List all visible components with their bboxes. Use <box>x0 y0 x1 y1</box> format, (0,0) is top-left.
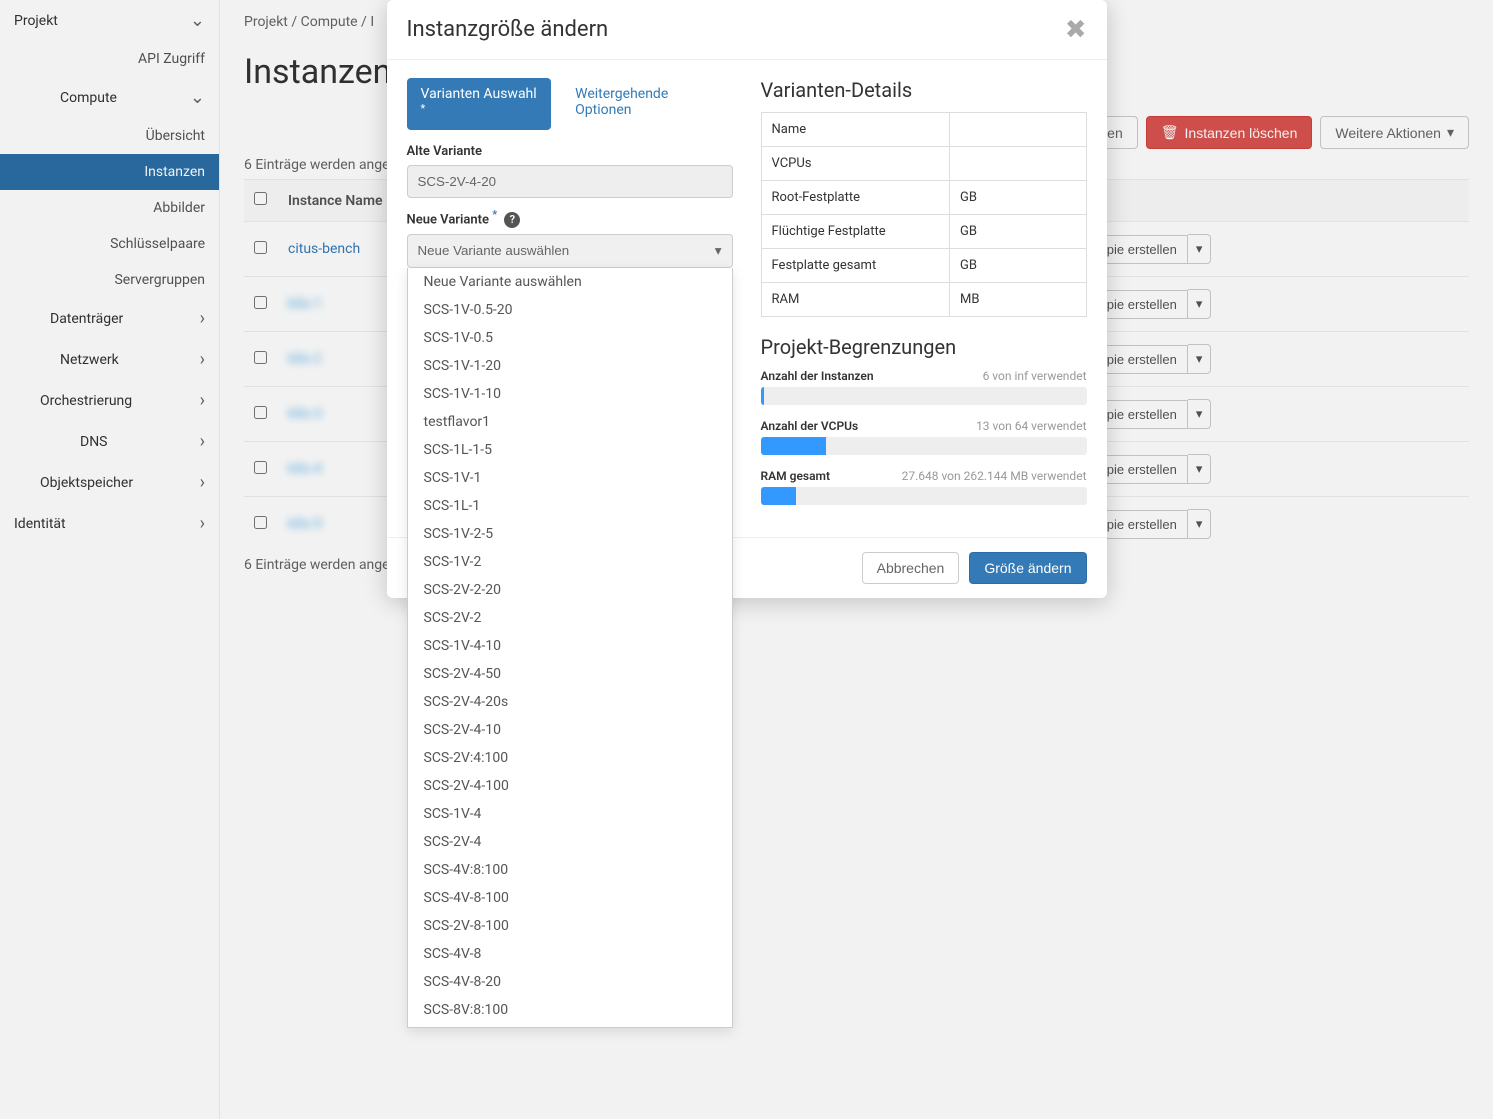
cancel-button[interactable]: Abbrechen <box>862 552 960 584</box>
tab-advanced-options[interactable]: Weitergehende Optionen <box>561 78 732 130</box>
flavor-option[interactable]: SCS-2V-4 <box>408 828 732 856</box>
new-flavor-label: Neue Variante * ? <box>407 208 733 228</box>
flavor-option[interactable]: SCS-2V-4-100 <box>408 772 732 800</box>
flavor-option[interactable]: SCS-4V-8-20 <box>408 968 732 996</box>
flavor-option[interactable]: SCS-2V-4-10 <box>408 716 732 744</box>
limit-instances: Anzahl der Instanzen6 von inf verwendet <box>761 369 1087 405</box>
project-limits-title: Projekt-Begrenzungen <box>761 335 1087 359</box>
flavor-option[interactable]: SCS-2V-4-50 <box>408 660 732 688</box>
flavor-option[interactable]: SCS-4V-8-100 <box>408 884 732 912</box>
flavor-option[interactable]: SCS-2V-2-20 <box>408 576 732 604</box>
flavor-option[interactable]: SCS-2V-8-100 <box>408 912 732 940</box>
caret-down-icon: ▾ <box>715 243 722 259</box>
flavor-option[interactable]: SCS-1V-1-20 <box>408 352 732 380</box>
flavor-option[interactable]: SCS-1V-2-5 <box>408 520 732 548</box>
flavor-option[interactable]: SCS-2V-8-20 <box>408 1024 732 1028</box>
resize-instance-modal: Instanzgröße ändern ✖ Varianten Auswahl … <box>387 0 1107 598</box>
flavor-option[interactable]: SCS-1V-1 <box>408 464 732 492</box>
flavor-option[interactable]: SCS-1L-1 <box>408 492 732 520</box>
flavor-details-title: Varianten-Details <box>761 78 1087 102</box>
flavor-option[interactable]: SCS-1V-0.5 <box>408 324 732 352</box>
flavor-option[interactable]: SCS-4V-8 <box>408 940 732 968</box>
old-flavor-label: Alte Variante <box>407 144 733 159</box>
flavor-option[interactable]: SCS-2V:4:100 <box>408 744 732 772</box>
new-flavor-select[interactable]: Neue Variante auswählen ▾ <box>407 234 733 268</box>
flavor-option[interactable]: SCS-1V-2 <box>408 548 732 576</box>
flavor-option[interactable]: SCS-1V-4-10 <box>408 632 732 660</box>
modal-title: Instanzgröße ändern <box>407 17 609 42</box>
flavor-dropdown[interactable]: Neue Variante auswählenSCS-1V-0.5-20SCS-… <box>407 268 733 1028</box>
help-icon[interactable]: ? <box>504 212 520 228</box>
flavor-option[interactable]: SCS-1V-1-10 <box>408 380 732 408</box>
resize-submit-button[interactable]: Größe ändern <box>969 552 1086 584</box>
flavor-option[interactable]: Neue Variante auswählen <box>408 268 732 296</box>
flavor-option[interactable]: SCS-2V-4-20s <box>408 688 732 716</box>
flavor-details-table: Name VCPUs Root-FestplatteGB Flüchtige F… <box>761 112 1087 317</box>
limit-ram: RAM gesamt27.648 von 262.144 MB verwende… <box>761 469 1087 505</box>
flavor-option[interactable]: SCS-1V-0.5-20 <box>408 296 732 324</box>
flavor-option[interactable]: SCS-1V-4 <box>408 800 732 828</box>
flavor-option[interactable]: SCS-2V-2 <box>408 604 732 632</box>
old-flavor-input <box>407 165 733 198</box>
flavor-option[interactable]: SCS-8V:8:100 <box>408 996 732 1024</box>
flavor-option[interactable]: testflavor1 <box>408 408 732 436</box>
tab-flavor-choice[interactable]: Varianten Auswahl * <box>407 78 552 130</box>
limit-vcpus: Anzahl der VCPUs13 von 64 verwendet <box>761 419 1087 455</box>
flavor-option[interactable]: SCS-4V:8:100 <box>408 856 732 884</box>
close-icon[interactable]: ✖ <box>1065 14 1087 45</box>
flavor-option[interactable]: SCS-1L-1-5 <box>408 436 732 464</box>
